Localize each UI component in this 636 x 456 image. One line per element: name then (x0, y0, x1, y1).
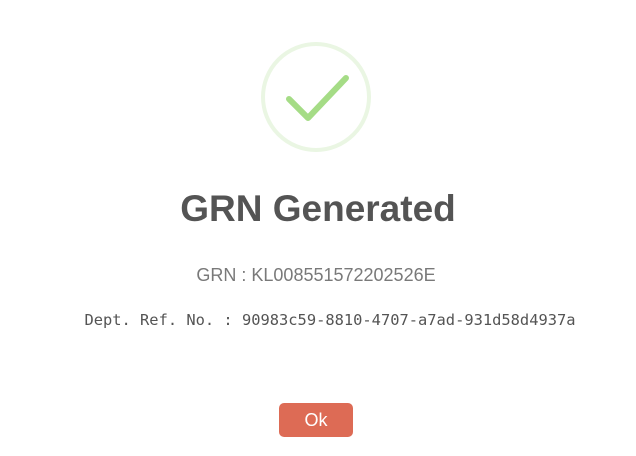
success-dialog: GRN Generated GRN : KL008551572202526E D… (0, 0, 636, 456)
grn-number: GRN : KL008551572202526E (196, 265, 436, 285)
dept-ref-number: Dept. Ref. No. : 90983c59-8810-4707-a7ad… (84, 311, 576, 329)
dialog-title: GRN Generated (180, 188, 456, 229)
ok-button[interactable]: Ok (279, 403, 353, 437)
success-check-icon (260, 41, 372, 153)
